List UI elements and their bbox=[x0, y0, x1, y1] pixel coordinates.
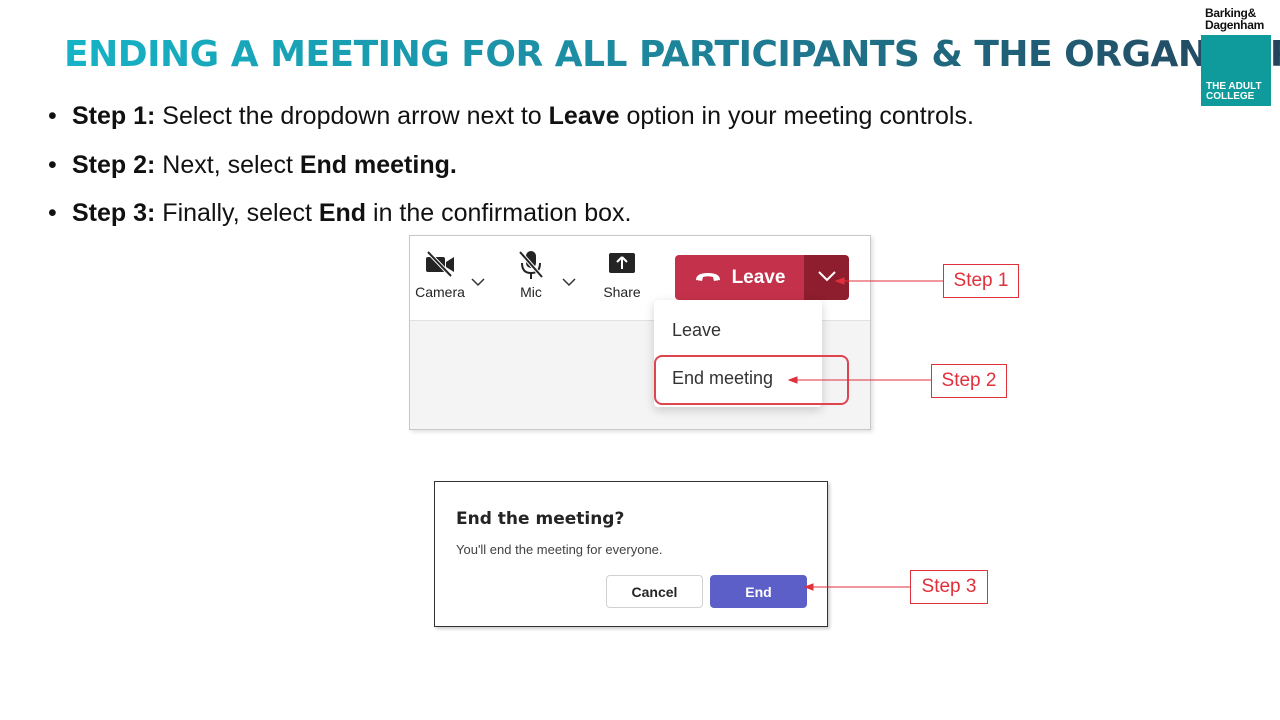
step3-arrowhead bbox=[803, 583, 814, 591]
step-2-callout: Step 2 bbox=[931, 364, 1007, 398]
step-1-callout: Step 1 bbox=[943, 264, 1019, 298]
callout-arrows bbox=[787, 277, 943, 591]
step-3-callout: Step 3 bbox=[910, 570, 988, 604]
step2-arrowhead bbox=[787, 376, 798, 384]
step1-arrowhead bbox=[834, 277, 845, 285]
